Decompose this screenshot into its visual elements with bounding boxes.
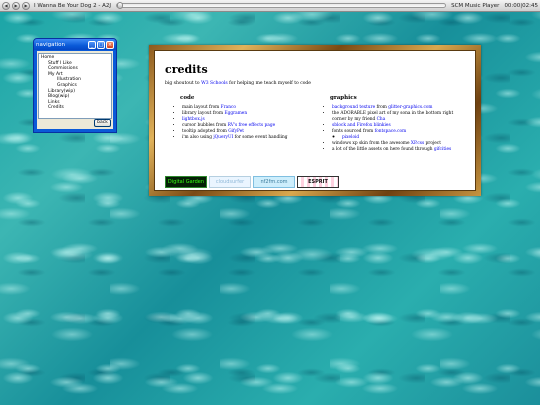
- credit-link[interactable]: jQueryUI: [213, 135, 233, 140]
- code-credit-item: i'm also using jQueryUI for some event h…: [182, 135, 315, 141]
- credit-text: cursor bubbles from: [182, 123, 228, 128]
- nav-tree: Home Stuff I Like Commissions My Art Illustr…: [38, 53, 112, 119]
- nav-item[interactable]: Credits: [41, 105, 109, 111]
- credit-link[interactable]: sblock and Firefox blinkies: [332, 123, 391, 128]
- credit-link[interactable]: XP.css: [411, 141, 424, 146]
- intro-link[interactable]: W3 Schools: [201, 81, 228, 86]
- credit-text: main layout from: [182, 105, 221, 110]
- credit-link[interactable]: fontspace.com: [375, 129, 407, 134]
- intro-suffix: for helping me teach myself to code: [227, 81, 311, 86]
- site-badge[interactable]: ESPRIT: [297, 176, 339, 188]
- credit-text: a lot of the little assets on here found…: [332, 147, 434, 152]
- play-button[interactable]: ▶: [12, 1, 20, 10]
- credit-link[interactable]: Eggramen: [224, 111, 247, 116]
- close-icon[interactable]: ×: [106, 40, 114, 49]
- player-time: 00:00|02:45: [504, 2, 538, 9]
- credit-text: project: [424, 141, 441, 146]
- maximize-icon[interactable]: □: [97, 40, 105, 49]
- next-track-button[interactable]: ▶: [22, 1, 30, 10]
- credit-text: from: [375, 105, 389, 110]
- credit-text: for some event handling: [233, 135, 288, 140]
- graphics-column: graphics background texture from glitter…: [315, 95, 465, 153]
- graphics-credit-item: a lot of the little assets on here found…: [332, 147, 465, 153]
- navigation-window: navigation _ □ × Home Stuff I Like Commiss…: [33, 38, 117, 133]
- credit-link[interactable]: background texture: [332, 105, 375, 110]
- code-list: main layout from Francolibrary layout fr…: [172, 105, 315, 141]
- navigation-body: Home Stuff I Like Commissions My Art Illustr…: [37, 51, 113, 129]
- navigation-titlebar[interactable]: navigation _ □ ×: [34, 39, 116, 50]
- credit-text: i'm also using: [182, 135, 214, 140]
- credit-link[interactable]: glitter-graphics.com: [388, 105, 432, 110]
- graphics-list: background texture from glitter-graphics…: [322, 105, 465, 153]
- progress-slider[interactable]: [116, 2, 447, 9]
- credits-panel: credits big shoutout to W3 Schools for h…: [154, 50, 476, 191]
- code-heading: code: [180, 95, 195, 101]
- credits-frame: credits big shoutout to W3 Schools for h…: [149, 45, 481, 196]
- credit-link[interactable]: Franco: [221, 105, 236, 110]
- graphics-credit-item: the ADORABLE pixel art of my sona in the…: [332, 111, 465, 123]
- site-badge[interactable]: Digital Garden: [165, 176, 207, 188]
- credit-text: the ADORABLE pixel art of my sona in the…: [332, 111, 454, 122]
- credits-title: credits: [165, 63, 208, 76]
- prev-track-button[interactable]: ◀: [2, 1, 10, 10]
- code-column: code main layout from Francolibrary layo…: [165, 95, 315, 153]
- music-player-bar: ◀ ▶ ▶ I Wanna Be Your Dog 2 - A2J SCM Mu…: [0, 0, 540, 12]
- credit-link[interactable]: gifcities: [434, 147, 451, 152]
- site-badge[interactable]: nf2fm.com: [253, 176, 295, 188]
- track-title: I Wanna Be Your Dog 2 - A2J: [34, 2, 112, 9]
- graphics-heading: graphics: [330, 95, 357, 101]
- progress-knob[interactable]: [117, 2, 123, 9]
- credit-link[interactable]: Cha: [377, 117, 386, 122]
- credit-text: fonts sourced from: [332, 129, 375, 134]
- badge-row: Digital Garden cloudsurfer nf2fm.com ESPRIT: [165, 176, 339, 188]
- credit-link[interactable]: pixeloid: [342, 135, 359, 140]
- site-badge[interactable]: cloudsurfer: [209, 176, 251, 188]
- credits-intro: big shoutout to W3 Schools for helping m…: [165, 81, 465, 86]
- credit-link[interactable]: GifyPet: [228, 129, 244, 134]
- minimize-icon[interactable]: _: [88, 40, 96, 49]
- player-name: SCM Music Player: [451, 2, 500, 9]
- credit-link[interactable]: RV's free effects page: [228, 123, 275, 128]
- navigation-title: navigation: [36, 41, 66, 48]
- intro-prefix: big shoutout to: [165, 81, 202, 86]
- credit-text: windows xp skin from the awesome: [332, 141, 411, 146]
- credit-link[interactable]: lightbox.js: [182, 117, 205, 122]
- credit-text: library layout from: [182, 111, 225, 116]
- credit-text: tooltip adopted from: [182, 129, 229, 134]
- back-button[interactable]: back: [94, 119, 111, 127]
